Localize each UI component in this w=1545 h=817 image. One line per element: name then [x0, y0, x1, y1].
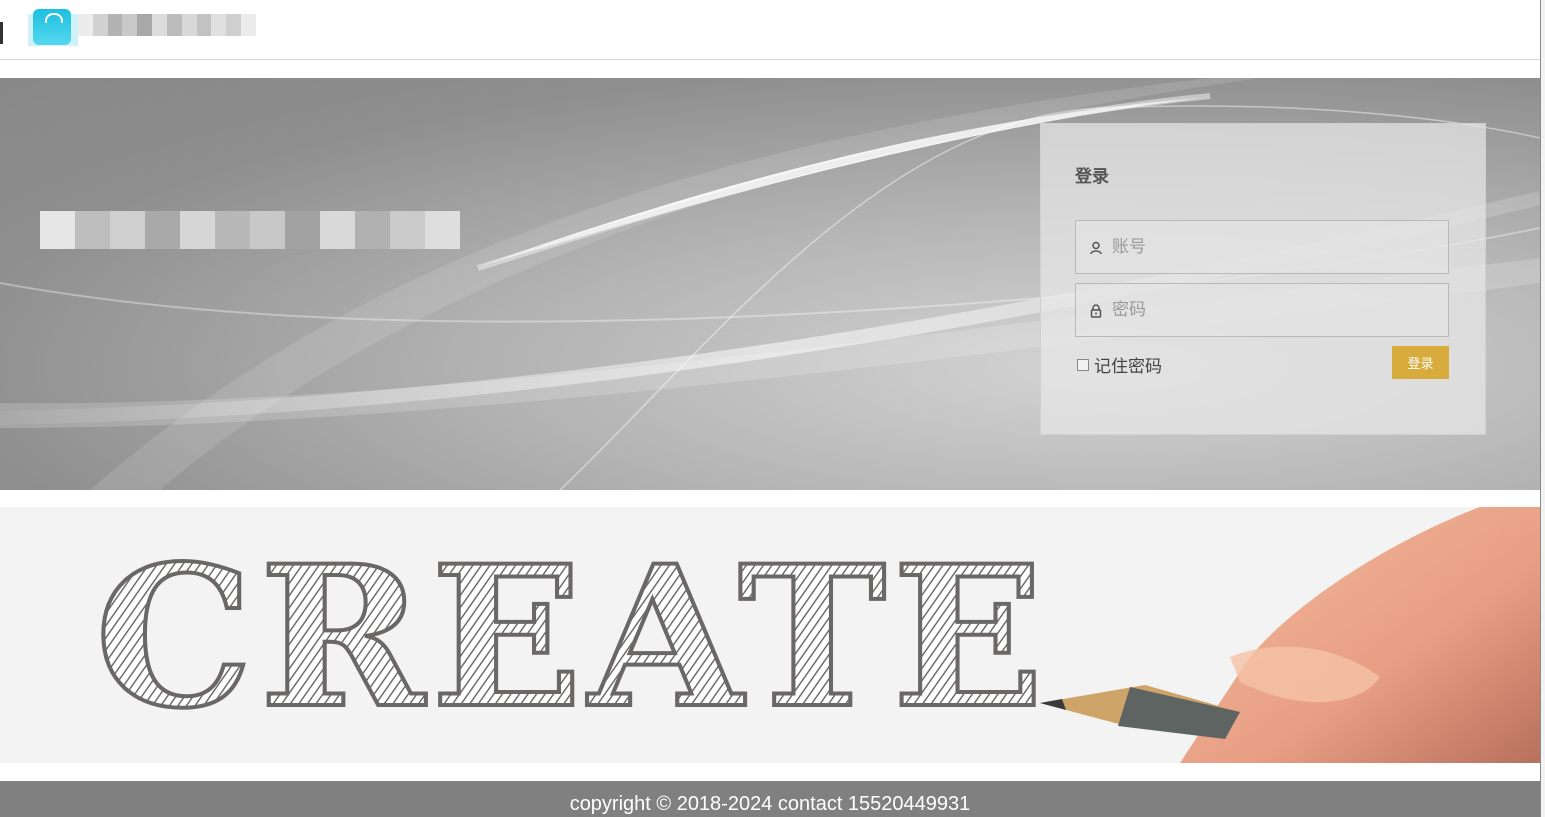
lock-icon [1090, 304, 1102, 318]
login-title: 登录 [1075, 167, 1109, 186]
footer-copyright: copyright © 2018-2024 contact 1552044993… [569, 793, 971, 815]
username-input[interactable] [1112, 221, 1442, 273]
username-field[interactable] [1075, 220, 1449, 274]
brand-name-pixelated [78, 14, 256, 36]
header-edge-marker [0, 22, 3, 44]
password-input[interactable] [1112, 284, 1442, 336]
user-icon [1090, 241, 1102, 255]
remember-password[interactable]: 记住密码 [1077, 352, 1162, 377]
remember-label: 记住密码 [1094, 357, 1162, 377]
create-word: CREATE [95, 523, 1050, 751]
password-field[interactable] [1075, 283, 1449, 337]
create-illustration: CREATE [0, 507, 1540, 763]
banner-subtitle-pixelated [40, 211, 460, 253]
top-header [0, 0, 1540, 60]
shield-logo-icon[interactable] [33, 9, 71, 45]
window-scroll-edge [1540, 0, 1545, 817]
login-button[interactable]: 登录 [1392, 346, 1449, 379]
site-footer: copyright © 2018-2024 contact 1552044993… [0, 781, 1540, 817]
login-page: 登录 记住密码 登录 [0, 0, 1545, 817]
create-sketch-image: CREATE [93, 507, 1540, 763]
hero-banner: 登录 记住密码 登录 [0, 78, 1540, 490]
login-panel: 登录 记住密码 登录 [1040, 123, 1486, 435]
remember-checkbox[interactable] [1077, 358, 1089, 371]
